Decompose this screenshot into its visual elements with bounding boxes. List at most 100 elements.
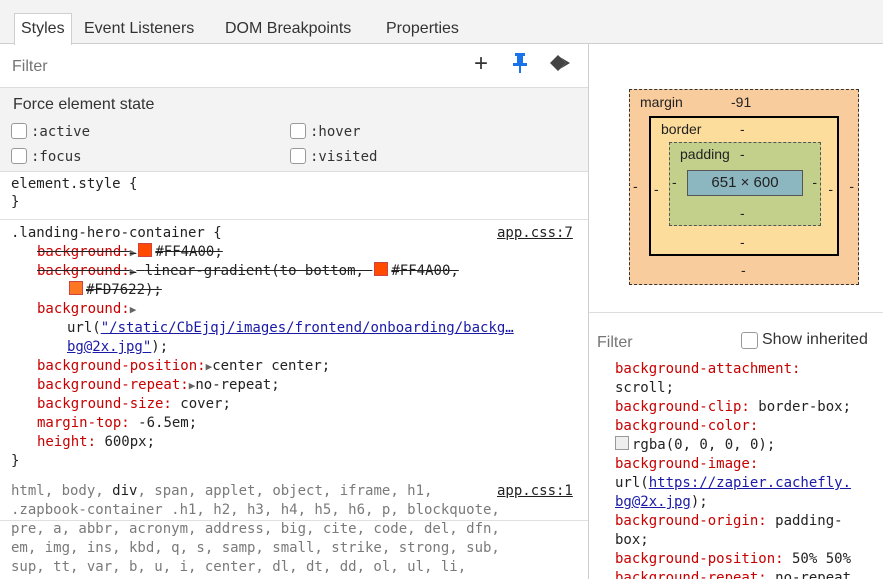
tab-event-listeners[interactable]: Event Listeners bbox=[78, 14, 200, 44]
box-model-border[interactable]: border - - - - padding - - - - 651 × 600 bbox=[649, 116, 839, 256]
padding-label: padding bbox=[680, 146, 730, 162]
box-model-content[interactable]: 651 × 600 bbox=[687, 170, 803, 196]
rule-selector[interactable]: .landing-hero-container { bbox=[11, 224, 222, 243]
tab-styles[interactable]: Styles bbox=[14, 13, 72, 45]
padding-left-value[interactable]: - bbox=[672, 174, 677, 190]
declaration-background-position[interactable]: background-position:▶center center; bbox=[37, 357, 330, 376]
declaration-background-3[interactable]: background:▶ bbox=[37, 300, 136, 319]
tab-dom-breakpoints[interactable]: DOM Breakpoints bbox=[219, 14, 357, 44]
computed-url-link[interactable]: bg@2x.jpg bbox=[615, 494, 691, 510]
property-name: background-size: bbox=[37, 396, 172, 412]
pin-icon[interactable] bbox=[512, 52, 528, 76]
styles-filter-bar: + bbox=[0, 44, 588, 88]
property-name: background-clip: bbox=[615, 399, 750, 415]
border-label: border bbox=[661, 121, 702, 137]
declaration-height[interactable]: height: 600px; bbox=[37, 433, 155, 452]
box-model-diagram: margin -91 - - - border - - - - padding … bbox=[589, 44, 883, 313]
new-rule-icon[interactable]: + bbox=[474, 52, 488, 76]
property-value: #FD7622); bbox=[86, 282, 162, 298]
computed-filter-input[interactable] bbox=[595, 331, 719, 355]
color-swatch[interactable] bbox=[138, 243, 153, 257]
margin-label: margin bbox=[640, 94, 683, 110]
background-url-link[interactable]: bg@2x.jpg" bbox=[67, 339, 151, 355]
declaration-margin-top[interactable]: margin-top: -6.5em; bbox=[37, 414, 197, 433]
border-top-value[interactable]: - bbox=[740, 121, 745, 137]
selector-part: , span, applet, object, iframe, h1, bbox=[137, 483, 433, 499]
expand-triangle-icon[interactable]: ▶ bbox=[130, 246, 137, 259]
padding-right-value[interactable]: - bbox=[812, 174, 817, 190]
reset-selector-line: .zapbook-container .h1, h2, h3, h4, h5, … bbox=[11, 502, 500, 518]
border-left-value[interactable]: - bbox=[654, 181, 659, 197]
tab-properties[interactable]: Properties bbox=[380, 14, 465, 44]
checkbox-visited[interactable]: :visited bbox=[290, 147, 377, 167]
checkbox-box[interactable] bbox=[11, 148, 27, 164]
property-value: cover; bbox=[180, 396, 231, 412]
computed-value: url(https://zapier.cachefly. bbox=[615, 474, 851, 493]
property-value: center center; bbox=[212, 358, 331, 374]
url-suffix: ); bbox=[151, 339, 169, 355]
padding-bottom-value[interactable]: - bbox=[740, 205, 745, 221]
box-model-margin[interactable]: margin -91 - - - border - - - - padding … bbox=[629, 89, 859, 285]
margin-left-value[interactable]: - bbox=[633, 178, 638, 194]
computed-property[interactable]: background-repeat: no-repeat bbox=[615, 569, 851, 579]
source-link[interactable]: app.css:7 bbox=[497, 224, 573, 243]
computed-property[interactable]: background-origin: padding- bbox=[615, 512, 843, 531]
border-right-value[interactable]: - bbox=[828, 181, 833, 197]
checkbox-label: :focus bbox=[31, 149, 82, 165]
color-swatch[interactable] bbox=[374, 262, 389, 276]
computed-url-link[interactable]: https://zapier.cachefly. bbox=[649, 475, 851, 491]
declaration-background-1[interactable]: background:▶ #FF4A00; bbox=[37, 243, 223, 262]
checkbox-label: :hover bbox=[310, 124, 361, 140]
checkbox-hover[interactable]: :hover bbox=[290, 122, 361, 142]
property-name: height: bbox=[37, 434, 97, 450]
checkbox-active[interactable]: :active bbox=[11, 122, 90, 142]
property-name: background: bbox=[37, 244, 130, 260]
computed-property[interactable]: background-attachment: bbox=[615, 360, 800, 379]
property-name: background-repeat: bbox=[615, 570, 767, 579]
margin-top-value[interactable]: -91 bbox=[731, 94, 751, 110]
property-value: #FF4A00; bbox=[155, 244, 223, 260]
element-style-selector[interactable]: element.style { bbox=[11, 175, 137, 194]
property-value: #FF4A00, bbox=[391, 263, 459, 279]
color-swatch[interactable] bbox=[69, 281, 83, 295]
source-link[interactable]: app.css:1 bbox=[497, 482, 573, 501]
computed-value: rgba(0, 0, 0, 0); bbox=[615, 436, 775, 455]
declaration-background-2-cont: #FD7622); bbox=[67, 281, 162, 300]
background-url-link[interactable]: "/static/CbEjqj/images/frontend/onboardi… bbox=[101, 320, 514, 336]
checkbox-label: :visited bbox=[310, 149, 378, 165]
checkbox-focus[interactable]: :focus bbox=[11, 147, 82, 167]
force-state-title: Force element state bbox=[13, 96, 155, 113]
element-state-toggle-icon[interactable] bbox=[548, 52, 572, 76]
box-model-padding[interactable]: padding - - - - 651 × 600 bbox=[669, 142, 821, 226]
checkbox-box[interactable] bbox=[290, 148, 306, 164]
color-swatch[interactable] bbox=[615, 436, 629, 450]
styles-filter-input[interactable] bbox=[10, 54, 434, 80]
expand-triangle-icon[interactable]: ▶ bbox=[130, 303, 137, 316]
declaration-background-size[interactable]: background-size: cover; bbox=[37, 395, 231, 414]
property-name: background-position: bbox=[615, 551, 784, 567]
element-style-rule[interactable]: element.style { } bbox=[0, 172, 588, 220]
computed-property[interactable]: background-position: 50% 50% bbox=[615, 550, 851, 569]
border-bottom-value[interactable]: - bbox=[740, 234, 745, 250]
computed-property[interactable]: background-color: bbox=[615, 417, 758, 436]
reset-selector-line: em, img, ins, kbd, q, s, samp, small, st… bbox=[11, 540, 500, 556]
computed-property[interactable]: background-image: bbox=[615, 455, 758, 474]
checkbox-box[interactable] bbox=[11, 123, 27, 139]
checkbox-box[interactable] bbox=[290, 123, 306, 139]
background-url-line: url("/static/CbEjqj/images/frontend/onbo… bbox=[67, 319, 514, 338]
expand-triangle-icon[interactable]: ▶ bbox=[130, 265, 137, 278]
property-name: background: bbox=[37, 301, 130, 317]
url-prefix: url( bbox=[615, 475, 649, 491]
padding-top-value[interactable]: - bbox=[740, 146, 745, 162]
margin-bottom-value[interactable]: - bbox=[741, 262, 746, 278]
computed-property[interactable]: background-clip: border-box; bbox=[615, 398, 851, 417]
landing-hero-rule[interactable]: .landing-hero-container { app.css:7 back… bbox=[0, 220, 588, 521]
show-inherited-checkbox[interactable] bbox=[741, 332, 758, 349]
property-name: background: bbox=[37, 263, 130, 279]
declaration-background-2[interactable]: background:▶ linear-gradient(to bottom, … bbox=[37, 262, 459, 281]
reset-rule[interactable]: html, body, div, span, applet, object, i… bbox=[0, 478, 588, 579]
margin-right-value[interactable]: - bbox=[849, 178, 854, 194]
declaration-background-repeat[interactable]: background-repeat:▶no-repeat; bbox=[37, 376, 280, 395]
property-name: background-position: bbox=[37, 358, 206, 374]
computed-value: box; bbox=[615, 532, 649, 548]
